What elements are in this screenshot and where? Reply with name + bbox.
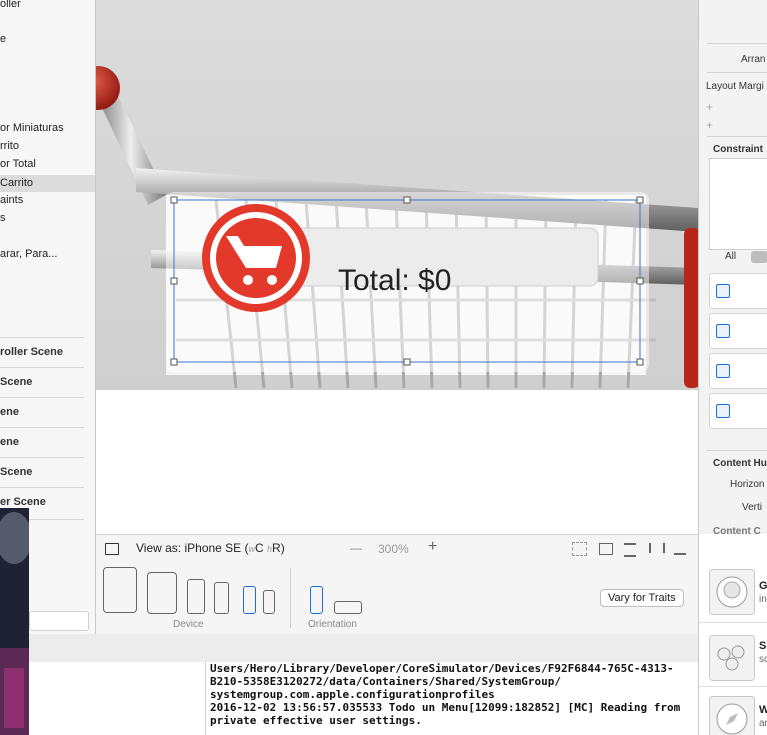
divider: [0, 337, 84, 338]
scene-item[interactable]: Scene: [0, 376, 84, 388]
outline-item-selected[interactable]: Carrito: [0, 175, 95, 192]
size-inspector: Arran Layout Margi + + Constraint All Co…: [698, 0, 767, 534]
ipad-pro-large-icon[interactable]: [103, 567, 137, 613]
pin-icon[interactable]: [649, 543, 665, 553]
view-as-label: View as: iPhone SE (wC hR): [136, 541, 285, 555]
storyboard-canvas[interactable]: Total: $0: [96, 0, 698, 390]
align-icon[interactable]: [624, 543, 636, 557]
device-config-bar: Device Orientation Vary for Traits: [96, 563, 698, 635]
layout-margins-label: Layout Margi: [706, 81, 764, 92]
total-label[interactable]: Total: $0: [338, 264, 451, 298]
constraint-row[interactable]: [709, 353, 767, 389]
divider: [699, 622, 767, 623]
arrange-label[interactable]: Arran: [741, 54, 765, 65]
constraint-row[interactable]: [709, 313, 767, 349]
divider: [707, 72, 767, 73]
library-item-subtitle: in: [759, 594, 767, 605]
divider: [0, 487, 84, 488]
content-compression-header: Content C: [713, 526, 761, 534]
outline-item[interactable]: aints: [0, 194, 23, 206]
scene-item[interactable]: roller Scene: [0, 346, 84, 358]
outline-item[interactable]: oller: [0, 0, 21, 10]
view-as-bar: View as: iPhone SE (wC hR) — 300% +: [96, 534, 698, 564]
outline-item[interactable]: or Total: [0, 158, 36, 170]
zoom-level: 300%: [378, 542, 409, 556]
outline-filter-field[interactable]: [29, 611, 89, 631]
constraint-icon: [716, 324, 730, 338]
outline-item[interactable]: arar, Para...: [0, 248, 57, 260]
outline-item[interactable]: s: [0, 212, 6, 224]
canvas-empty-area[interactable]: [96, 390, 698, 534]
orientation-label: Orientation: [308, 619, 357, 630]
console-line: 2016-12-02 13:56:57.035533 Todo un Menu[…: [210, 701, 681, 714]
zoom-in-button[interactable]: +: [428, 538, 437, 556]
tab-this-size-class[interactable]: [751, 251, 767, 263]
gesture-recognizer-icon[interactable]: [709, 569, 755, 615]
iphone-se-icon[interactable]: [243, 586, 256, 614]
content-hugging-header: Content Hu: [713, 458, 767, 469]
outline-item[interactable]: or Miniaturas: [0, 122, 64, 134]
video-thumbnail: [0, 508, 29, 735]
console-line: B210-5358E3120272/data/Containers/Shared…: [210, 675, 561, 688]
debug-bar: [0, 634, 698, 663]
iphone-plus-icon[interactable]: [187, 579, 205, 614]
iphone-icon[interactable]: [214, 582, 229, 614]
library-item-title: S: [759, 640, 767, 652]
add-margin-button[interactable]: +: [706, 100, 713, 114]
library-item-subtitle: sc: [759, 654, 767, 665]
constraint-icon: [716, 284, 730, 298]
object-library: G in S sc W ar: [698, 534, 767, 735]
outline-item[interactable]: rrito: [0, 140, 19, 152]
divider: [707, 43, 767, 44]
device-label: Device: [173, 619, 204, 630]
divider: [707, 136, 767, 137]
vertical-label: Verti: [742, 502, 763, 513]
constraint-row[interactable]: [709, 273, 767, 309]
add-margin-button[interactable]: +: [706, 118, 713, 132]
update-frames-icon[interactable]: [572, 542, 587, 556]
resolve-issues-icon[interactable]: [674, 543, 686, 555]
divider: [290, 568, 291, 628]
library-item-title: W: [759, 704, 767, 716]
iphone-4s-icon[interactable]: [263, 590, 275, 614]
vary-for-traits-button[interactable]: Vary for Traits: [600, 589, 684, 607]
variables-view: [29, 662, 205, 735]
library-item-title: G: [759, 580, 767, 592]
constraint-icon: [716, 404, 730, 418]
zoom-out-button[interactable]: —: [350, 541, 362, 555]
divider: [0, 427, 84, 428]
compass-icon[interactable]: [709, 696, 755, 735]
scene-item[interactable]: ene: [0, 406, 84, 418]
divider: [707, 450, 767, 451]
tab-all[interactable]: All: [725, 251, 736, 262]
sidebar-toggle-icon[interactable]: [105, 543, 119, 555]
embed-stack-icon[interactable]: [599, 543, 613, 555]
scene-item[interactable]: ene: [0, 436, 84, 448]
console-line: Users/Hero/Library/Developer/CoreSimulat…: [210, 662, 674, 675]
swipe-gesture-icon[interactable]: [709, 635, 755, 681]
console-output[interactable]: Users/Hero/Library/Developer/CoreSimulat…: [205, 662, 703, 735]
divider: [0, 397, 84, 398]
horizontal-label: Horizon: [730, 479, 765, 490]
scene-item[interactable]: Scene: [0, 466, 84, 478]
constraints-list[interactable]: [709, 158, 767, 250]
divider: [0, 367, 84, 368]
outline-item[interactable]: e: [0, 33, 6, 45]
library-item-subtitle: ar: [759, 718, 767, 729]
constraints-header: Constraint: [713, 144, 763, 155]
console-line: systemgroup.com.apple.configurationprofi…: [210, 688, 495, 701]
console-line: private effective user settings.: [210, 714, 422, 727]
constraint-row[interactable]: [709, 393, 767, 429]
divider: [699, 686, 767, 687]
ipad-icon[interactable]: [147, 572, 177, 614]
divider: [0, 457, 84, 458]
cart-background-image: [96, 0, 698, 390]
scene-item[interactable]: er Scene: [0, 496, 84, 508]
landscape-orientation-icon[interactable]: [334, 601, 362, 614]
portrait-orientation-icon[interactable]: [310, 586, 323, 614]
constraint-icon: [716, 364, 730, 378]
